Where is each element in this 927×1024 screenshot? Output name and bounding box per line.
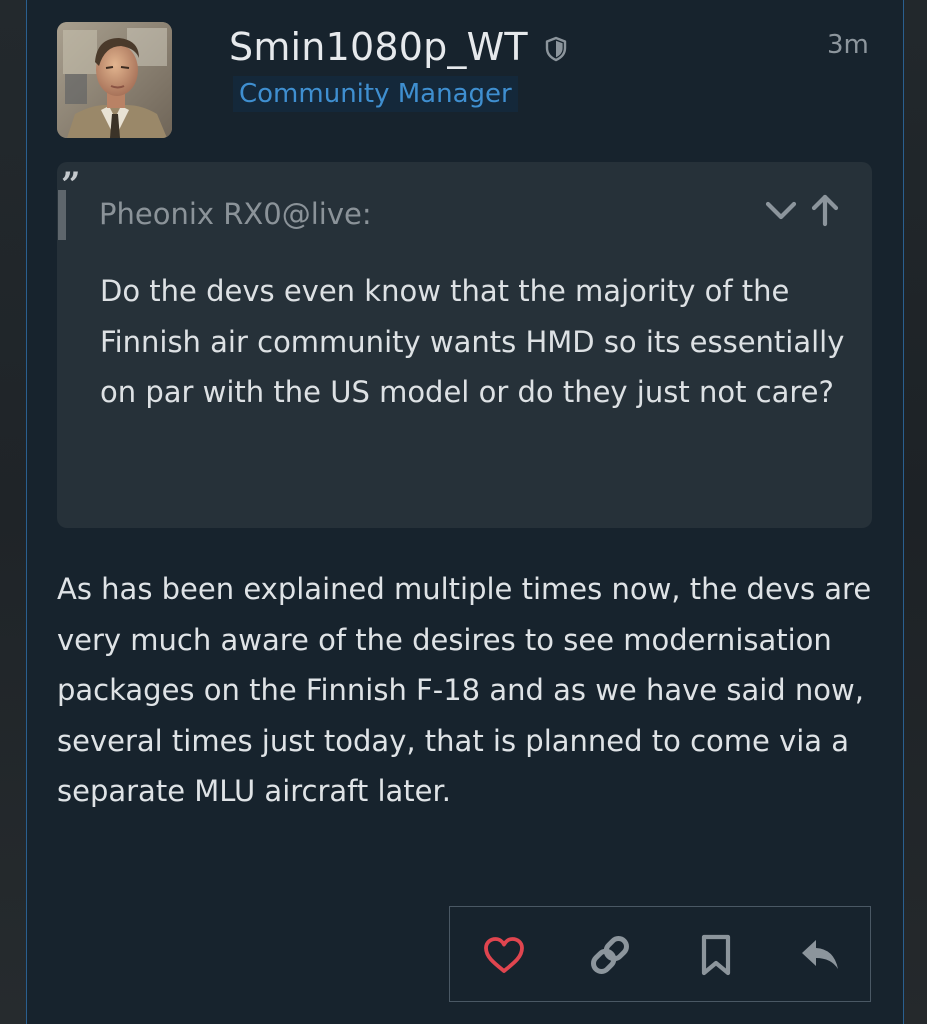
quote-text: Do the devs even know that the majority … <box>100 274 845 409</box>
quote-block: ” Pheonix RX0@live: Do the devs even kno… <box>57 162 872 528</box>
reply-button[interactable] <box>794 929 846 981</box>
forum-post: Smin1080p_WT Community Manager 3m ” Pheo… <box>26 0 904 1024</box>
post-timestamp[interactable]: 3m <box>827 28 869 62</box>
bookmark-button[interactable] <box>690 929 742 981</box>
post-actions-bar <box>449 906 871 1002</box>
shield-icon <box>544 36 568 62</box>
avatar[interactable] <box>57 22 172 138</box>
reply-icon <box>798 935 842 975</box>
page-background-left <box>0 0 26 1024</box>
quote-author: Pheonix RX0@live: <box>99 197 372 231</box>
chevron-down-icon[interactable] <box>762 194 800 228</box>
page-background-right <box>903 0 927 1024</box>
link-icon <box>588 933 632 977</box>
user-title-badge[interactable]: Community Manager <box>233 76 518 112</box>
share-link-button[interactable] <box>584 929 636 981</box>
avatar-portrait-image <box>57 22 172 138</box>
bookmark-icon <box>698 933 734 977</box>
username[interactable]: Smin1080p_WT <box>229 22 528 72</box>
quote-controls <box>762 190 852 230</box>
like-button[interactable] <box>478 929 530 981</box>
arrow-up-icon[interactable] <box>808 190 842 230</box>
heart-icon <box>482 935 526 975</box>
quote-mark-icon: ” <box>61 165 81 205</box>
post-body: As has been explained multiple times now… <box>57 572 872 808</box>
